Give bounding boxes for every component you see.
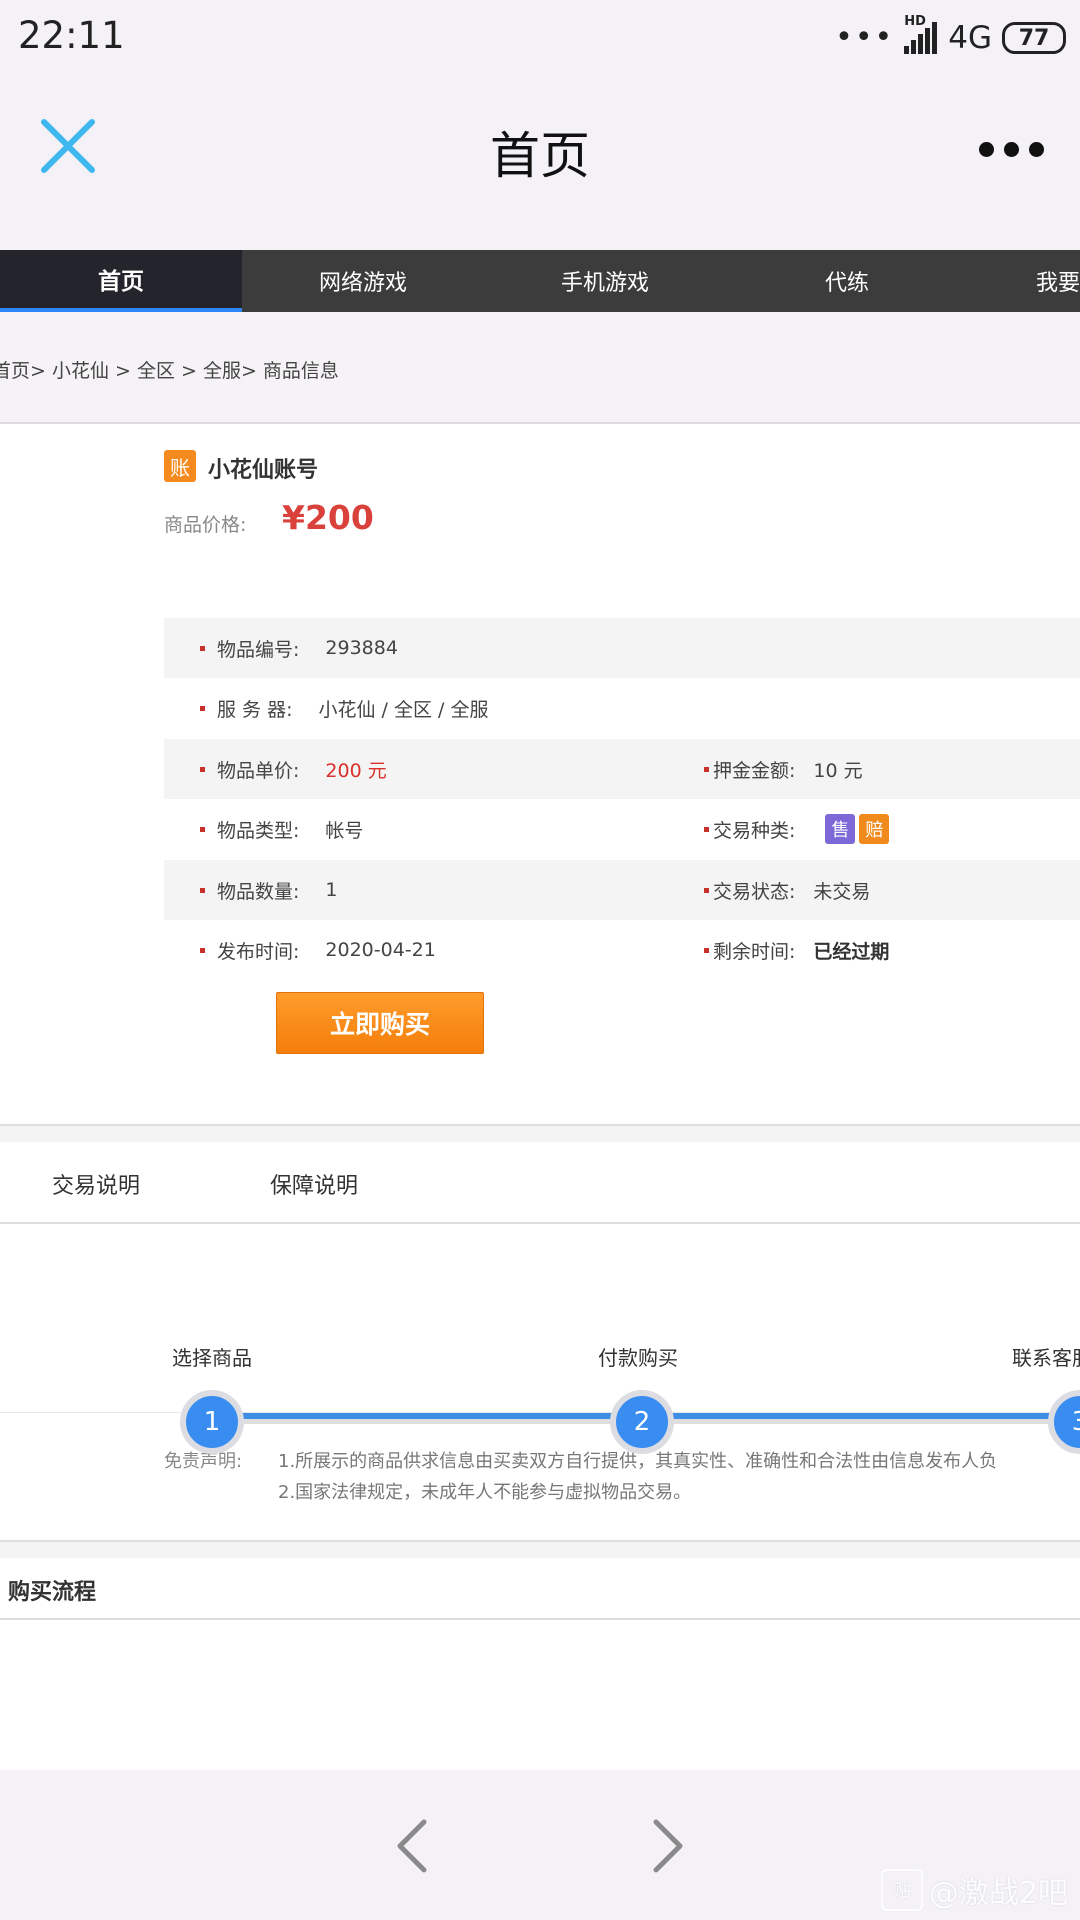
bullet-icon [200, 766, 205, 772]
battery-level: 77 [1018, 25, 1050, 51]
info-tabs: 交易说明 保障说明 [0, 1142, 1080, 1224]
page-title: 首页 [490, 127, 590, 185]
more-icon-dot [1004, 141, 1019, 157]
info-label: 剩余时间: [713, 940, 796, 963]
account-icon: 账 [164, 450, 196, 482]
info-label: 发布时间: [217, 940, 300, 963]
bullet-icon [200, 705, 205, 711]
browser-bottom-bar: 贴 @激战2吧 [0, 1770, 1080, 1920]
price-label: 商品价格: [164, 514, 247, 536]
tieba-icon: 贴 [880, 1869, 923, 1911]
bullet-icon [200, 887, 205, 893]
more-options-button[interactable] [979, 134, 1044, 164]
nav-item-home[interactable]: 首页 [0, 250, 242, 312]
info-label: 押金金额: [713, 759, 796, 782]
info-row-item-no: 物品编号: 293884 [164, 618, 1080, 678]
forward-button[interactable] [648, 1818, 688, 1874]
info-label: 物品单价: [217, 759, 300, 782]
battery-icon: 77 [1002, 22, 1066, 54]
watermark: 贴 @激战2吧 [880, 1868, 1068, 1912]
title-bar: 首页 [0, 76, 1080, 222]
tab-guarantee-notes[interactable]: 保障说明 [270, 1168, 358, 1200]
main-nav: 首页 网络游戏 手机游戏 代练 我要 [0, 250, 1080, 312]
bullet-icon [200, 826, 205, 832]
signal-icon: HD [904, 14, 938, 56]
bullet-icon [704, 826, 709, 832]
info-row-server: 服 务 器: 小花仙 / 全区 / 全服 [164, 678, 1080, 738]
info-value: 200 元 [325, 759, 387, 782]
info-row-quantity: 物品数量: 1 交易状态: 未交易 [164, 860, 1080, 920]
nav-item-boosting[interactable]: 代练 [726, 250, 968, 312]
network-type: 4G [948, 20, 992, 56]
product-title: 小花仙账号 [208, 458, 319, 483]
bullet-icon [200, 645, 205, 651]
more-dots-icon: ••• [835, 20, 895, 55]
step-label: 联系客服 [1012, 1346, 1080, 1370]
info-label: 物品数量: [217, 880, 300, 903]
hd-tag: HD [904, 14, 926, 29]
info-value: 1 [325, 879, 338, 901]
info-label: 交易种类: [713, 819, 796, 842]
info-value: 293884 [325, 637, 398, 659]
info-value: 已经过期 [813, 940, 890, 963]
step-circle: 1 [180, 1390, 244, 1454]
buy-now-button[interactable]: 立即购买 [276, 992, 484, 1054]
nav-item-more[interactable]: 我要 [968, 250, 1080, 312]
chevron-right-icon [653, 1819, 683, 1873]
more-icon-dot [979, 141, 994, 157]
bullet-icon [704, 947, 709, 953]
nav-item-online-games[interactable]: 网络游戏 [242, 250, 484, 312]
bullet-icon [200, 947, 205, 953]
purchase-flow-title: 购买流程 [8, 1580, 97, 1605]
info-label: 交易状态: [713, 880, 796, 903]
tab-trade-notes[interactable]: 交易说明 [52, 1168, 140, 1200]
more-icon-dot [1029, 141, 1044, 157]
info-label: 物品编号: [217, 638, 300, 661]
chevron-left-icon [397, 1819, 427, 1873]
info-value: 帐号 [325, 819, 364, 842]
purchase-flow-header: 购买流程 [0, 1558, 1080, 1620]
compensate-badge-icon: 赔 [859, 814, 890, 844]
back-button[interactable] [392, 1818, 432, 1874]
price-value: ¥200 [282, 498, 374, 537]
info-value: 2020-04-21 [325, 939, 436, 961]
breadcrumb-text[interactable]: 首页> 小花仙 > 全区 > 全服> 商品信息 [0, 356, 339, 383]
info-value: 未交易 [813, 880, 871, 903]
step-label: 付款购买 [598, 1346, 678, 1370]
nav-item-mobile-games[interactable]: 手机游戏 [484, 250, 726, 312]
info-value: 10 元 [813, 759, 863, 782]
content-area: 首页> 小花仙 > 全区 > 全服> 商品信息 账 小花仙账号 商品价格: ¥2… [0, 312, 1080, 1770]
watermark-text: @激战2吧 [928, 1876, 1068, 1911]
disclaimer-line: 2.国家法律规定，未成年人不能参与虚拟物品交易。 [278, 1482, 692, 1503]
step-circle: 3 [1048, 1390, 1080, 1454]
status-bar: 22:11 ••• HD 4G 77 [0, 0, 1080, 76]
info-value: 小花仙 / 全区 / 全服 [318, 698, 489, 721]
bullet-icon [704, 766, 709, 772]
info-row-type: 物品类型: 帐号 交易种类: 售 赔 [164, 799, 1080, 859]
step-label: 选择商品 [172, 1346, 252, 1370]
step-circle: 2 [610, 1390, 674, 1454]
info-label: 物品类型: [217, 819, 300, 842]
breadcrumb: 首页> 小花仙 > 全区 > 全服> 商品信息 [0, 312, 1080, 424]
info-row-price: 物品单价: 200 元 押金金额: 10 元 [164, 739, 1080, 799]
info-label: 服 务 器: [217, 698, 293, 721]
info-row-publish: 发布时间: 2020-04-21 剩余时间: 已经过期 [164, 920, 1080, 980]
sell-badge-icon: 售 [825, 814, 856, 844]
bullet-icon [704, 887, 709, 893]
status-icons: ••• HD 4G 77 [835, 14, 1066, 60]
status-time: 22:11 [18, 14, 125, 57]
